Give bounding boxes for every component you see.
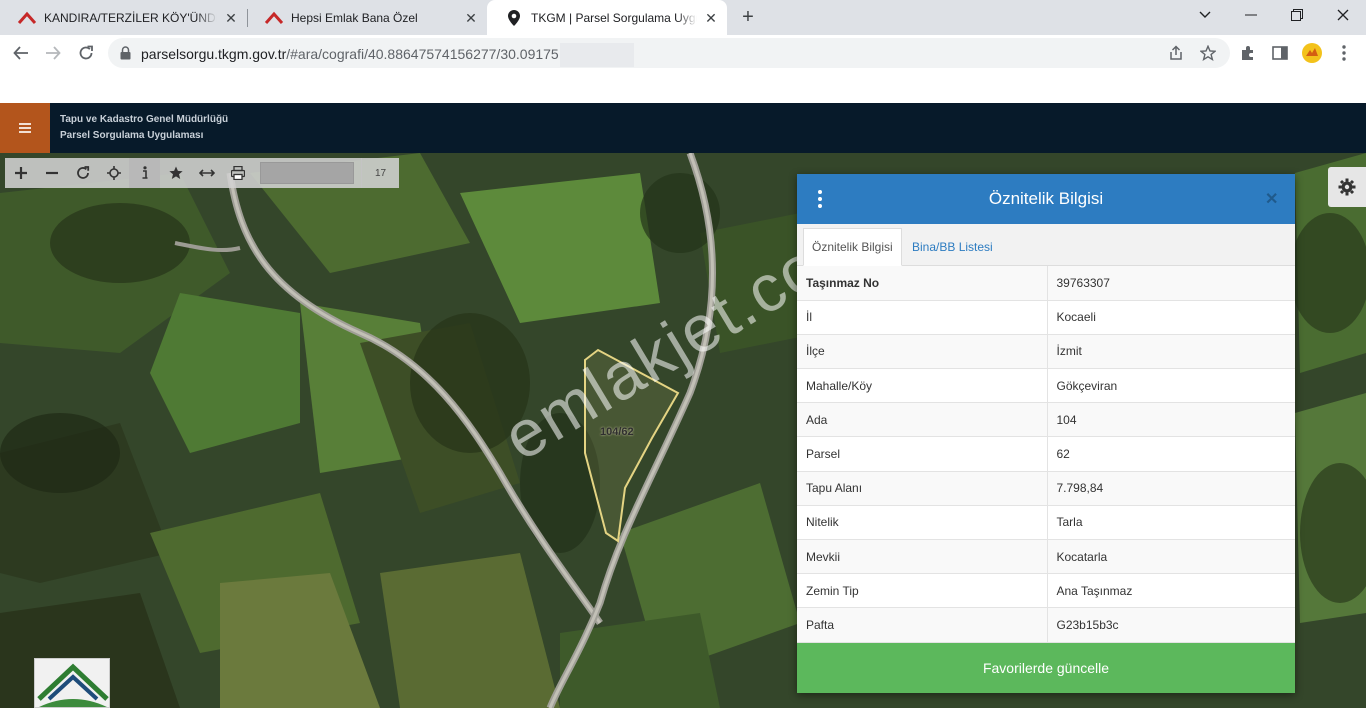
lock-icon [120,46,131,63]
reload-icon[interactable] [73,40,99,66]
table-row: Mevkii Kocatarla [797,539,1295,575]
close-tab-icon[interactable]: ✕ [463,10,479,26]
row-value: Gökçeviran [1047,368,1295,404]
browser-tab-tkgm[interactable]: TKGM | Parsel Sorgulama Uygulaması ✕ [487,0,727,35]
url-text: parselsorgu.tkgm.gov.tr/#ara/cografi/40.… [141,46,559,62]
site-logo [34,658,110,708]
forward-icon[interactable] [40,40,66,66]
tab-title: TKGM | Parsel Sorgulama Uygulaması [531,10,697,25]
row-value: 62 [1047,436,1295,472]
side-panel-icon[interactable] [1270,43,1290,63]
print-icon[interactable] [222,158,253,188]
org-name: Tapu ve Kadastro Genel Müdürlüğü [60,114,229,125]
table-row: Nitelik Tarla [797,505,1295,541]
extensions-icon[interactable] [1238,43,1258,63]
tab-attributes[interactable]: Öznitelik Bilgisi [803,228,902,266]
zoom-out-icon[interactable] [36,158,67,188]
minimize-icon[interactable] [1228,0,1274,30]
zoom-level: 17 [361,158,399,188]
row-key: Mahalle/Köy [797,368,1048,404]
more-menu-icon[interactable] [1334,43,1354,63]
row-value: 7.798,84 [1047,471,1295,506]
browser-tab-hepsi-emlak[interactable]: Hepsi Emlak Bana Özel ✕ [247,0,487,35]
settings-gear-icon[interactable] [1328,167,1366,207]
table-row: Taşınmaz No 39763307 [797,266,1295,301]
emlak-logo-icon [18,10,36,26]
row-key: Ada [797,402,1048,438]
update-favorites-button[interactable]: Favorilerde güncelle [797,643,1295,693]
row-key: Nitelik [797,505,1048,541]
table-row: İlçe İzmit [797,334,1295,370]
row-value: Ana Taşınmaz [1047,573,1295,609]
row-key: Zemin Tip [797,573,1048,609]
table-row: Tapu Alanı 7.798,84 [797,471,1295,506]
share-icon[interactable] [1168,45,1184,61]
url-domain: parselsorgu.tkgm.gov.tr [141,46,287,62]
measure-icon[interactable] [191,158,222,188]
row-key: İlçe [797,334,1048,370]
browser-tab-strip: KANDIRA/TERZİLER KÖY'ÜNDE GENİŞ ✕ Hepsi … [0,0,1366,35]
map-pin-icon [505,9,523,26]
favorite-star-icon[interactable] [160,158,191,188]
row-key: İl [797,300,1048,335]
table-row: Zemin Tip Ana Taşınmaz [797,573,1295,609]
url-input[interactable]: parselsorgu.tkgm.gov.tr/#ara/cografi/40.… [108,38,1230,68]
tab-building-list[interactable]: Bina/BB Listesi [904,228,1001,266]
info-icon[interactable] [129,158,160,188]
row-key: Parsel [797,436,1048,472]
tab-title: KANDIRA/TERZİLER KÖY'ÜNDE GENİŞ [44,10,217,25]
table-row: Parsel 62 [797,436,1295,472]
table-row: Mahalle/Köy Gökçeviran [797,368,1295,404]
emlak-logo-icon [265,10,283,26]
panel-tabs: Öznitelik Bilgisi Bina/BB Listesi [797,224,1295,266]
tab-title: Hepsi Emlak Bana Özel [291,10,418,25]
page-top-area [0,71,1366,103]
attribute-panel: Öznitelik Bilgisi ✕ Öznitelik Bilgisi Bi… [797,174,1295,693]
row-key: Tapu Alanı [797,471,1048,506]
panel-title: Öznitelik Bilgisi [988,189,1104,208]
browser-tab-kandira[interactable]: KANDIRA/TERZİLER KÖY'ÜNDE GENİŞ ✕ [0,0,247,35]
menu-icon[interactable] [0,103,50,153]
row-key: Pafta [797,607,1048,643]
refresh-icon[interactable] [67,158,98,188]
attribute-table: Taşınmaz No 39763307 İl Kocaeli İlçe İzmit … [797,266,1295,643]
row-value: Tarla [1047,505,1295,541]
profile-avatar-icon[interactable] [1302,43,1322,63]
new-tab-button[interactable]: + [737,6,759,28]
table-row: Pafta G23b15b3c [797,607,1295,643]
back-icon[interactable] [8,40,34,66]
row-key: Mevkii [797,539,1048,575]
zoom-in-icon[interactable] [5,158,36,188]
bookmark-star-icon[interactable] [1200,45,1216,61]
row-value: G23b15b3c [1047,607,1295,643]
url-path: /#ara/cografi/40.88647574156277/30.09175 [286,46,559,62]
close-window-icon[interactable] [1320,0,1366,30]
table-row: Ada 104 [797,402,1295,438]
redacted-url-part [560,43,634,67]
row-value: Kocatarla [1047,539,1295,575]
close-tab-icon[interactable]: ✕ [703,10,719,26]
row-value: 104 [1047,402,1295,438]
org-title: Tapu ve Kadastro Genel Müdürlüğü Parsel … [60,112,228,144]
panel-header: Öznitelik Bilgisi ✕ [797,174,1295,224]
table-row: İl Kocaeli [797,300,1295,335]
close-icon[interactable]: ✕ [1265,189,1278,209]
row-key: Taşınmaz No [797,266,1048,301]
row-value: 39763307 [1047,266,1295,301]
app-header: Tapu ve Kadastro Genel Müdürlüğü Parsel … [0,103,1366,153]
row-value: Kocaeli [1047,300,1295,335]
address-bar: parselsorgu.tkgm.gov.tr/#ara/cografi/40.… [0,35,1366,71]
map-search-input[interactable] [260,162,354,184]
close-tab-icon[interactable]: ✕ [223,10,239,26]
row-value: İzmit [1047,334,1295,370]
restore-icon[interactable] [1274,0,1320,30]
tab-search-icon[interactable] [1182,0,1228,30]
map-toolbar: 17 [5,158,399,188]
app-name: Parsel Sorgulama Uygulaması [60,130,204,141]
locate-crosshair-icon[interactable] [98,158,129,188]
